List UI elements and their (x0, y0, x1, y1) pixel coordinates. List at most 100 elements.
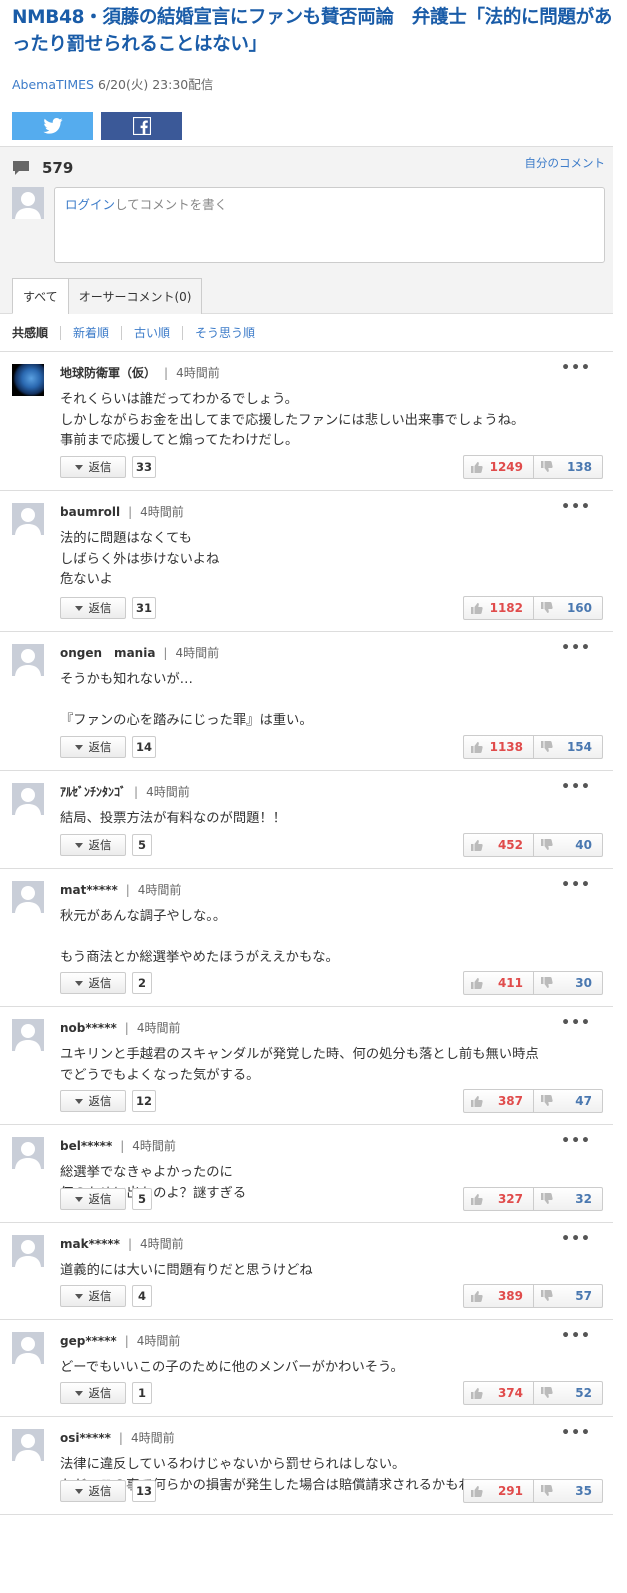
more-options-icon[interactable]: ••• (561, 1133, 591, 1149)
reply-button[interactable]: 返信 (60, 1090, 126, 1112)
reply-button[interactable]: 返信 (60, 834, 126, 856)
sort-oldest[interactable]: 古い順 (121, 325, 182, 340)
agree-count: 1138 (489, 740, 523, 754)
agree-button[interactable]: 389 (464, 1285, 533, 1307)
more-options-icon[interactable]: ••• (561, 1231, 591, 1247)
agree-button[interactable]: 374 (464, 1382, 533, 1404)
commenter-avatar[interactable] (12, 1137, 44, 1169)
agree-button[interactable]: 1138 (464, 736, 533, 758)
commenter-name[interactable]: bel***** (60, 1139, 112, 1153)
disagree-button[interactable]: 40 (533, 834, 602, 856)
comment-item: ｱﾙｾﾞﾝﾁﾝﾀﾝｺﾞ | 4時間前 ••• 結局、投票方法が有料なのが問題！！… (0, 771, 613, 869)
vote-buttons: 291 35 (463, 1479, 603, 1503)
disagree-button[interactable]: 154 (533, 736, 602, 758)
disagree-button[interactable]: 47 (533, 1090, 602, 1112)
commenter-avatar[interactable] (12, 644, 44, 676)
thumbs-up-icon (471, 1194, 483, 1205)
commenter-name[interactable]: ｱﾙｾﾞﾝﾁﾝﾀﾝｺﾞ (60, 783, 126, 800)
commenter-avatar[interactable] (12, 1019, 44, 1051)
more-options-icon[interactable]: ••• (561, 1015, 591, 1031)
article-meta: AbemaTIMES 6/20(火) 23:30配信 (12, 74, 615, 93)
more-options-icon[interactable]: ••• (561, 779, 591, 795)
commenter-name[interactable]: osi***** (60, 1431, 111, 1445)
reply-label: 返信 (88, 1192, 112, 1206)
reply-button[interactable]: 返信 (60, 1480, 126, 1502)
reply-count[interactable]: 12 (132, 1090, 157, 1112)
reply-count[interactable]: 14 (132, 736, 157, 758)
reply-count[interactable]: 31 (132, 597, 157, 619)
disagree-button[interactable]: 160 (533, 597, 602, 619)
comment-item: ongen mania | 4時間前 ••• そうかも知れないが… 『ファンの心… (0, 632, 613, 771)
commenter-name[interactable]: mak***** (60, 1237, 120, 1251)
reply-button[interactable]: 返信 (60, 972, 126, 994)
agree-button[interactable]: 327 (464, 1188, 533, 1210)
sort-agree[interactable]: そう思う順 (182, 325, 267, 340)
reply-count[interactable]: 5 (132, 1188, 152, 1210)
more-options-icon[interactable]: ••• (561, 877, 591, 893)
reply-count[interactable]: 13 (132, 1480, 157, 1502)
agree-button[interactable]: 411 (464, 972, 533, 994)
disagree-count: 57 (575, 1289, 592, 1303)
comment-input[interactable]: ログインしてコメントを書く (54, 187, 605, 263)
reply-count[interactable]: 4 (132, 1285, 152, 1307)
sort-empathy[interactable]: 共感順 (12, 326, 60, 340)
disagree-button[interactable]: 52 (533, 1382, 602, 1404)
login-link[interactable]: ログイン (65, 197, 115, 212)
default-avatar-icon (15, 1337, 41, 1364)
commenter-avatar[interactable] (12, 503, 44, 535)
reply-button[interactable]: 返信 (60, 1188, 126, 1210)
twitter-share-button[interactable] (12, 112, 93, 140)
commenter-name[interactable]: nob***** (60, 1021, 117, 1035)
more-options-icon[interactable]: ••• (561, 1328, 591, 1344)
reply-button[interactable]: 返信 (60, 1382, 126, 1404)
agree-count: 291 (497, 1484, 523, 1498)
commenter-name[interactable]: 地球防衛軍（仮） (60, 364, 156, 381)
commenter-name[interactable]: baumroll (60, 505, 120, 519)
commenter-avatar[interactable] (12, 1429, 44, 1461)
commenter-avatar[interactable] (12, 364, 44, 396)
commenter-name[interactable]: ongen mania (60, 644, 155, 661)
commenter-name[interactable]: gep***** (60, 1334, 117, 1348)
reply-count[interactable]: 33 (132, 456, 157, 478)
comment-header: bel***** | 4時間前 (60, 1137, 176, 1154)
my-comments-link[interactable]: 自分のコメント (525, 155, 606, 171)
tab-author-comments[interactable]: オーサーコメント(0) (67, 278, 203, 314)
comment-time: 4時間前 (176, 366, 220, 380)
more-options-icon[interactable]: ••• (561, 360, 591, 376)
comment-time: 4時間前 (175, 646, 220, 660)
reply-button[interactable]: 返信 (60, 1285, 126, 1307)
disagree-button[interactable]: 57 (533, 1285, 602, 1307)
disagree-button[interactable]: 30 (533, 972, 602, 994)
commenter-avatar[interactable] (12, 881, 44, 913)
commenter-avatar[interactable] (12, 783, 44, 815)
commenter-avatar[interactable] (12, 1235, 44, 1267)
reply-button[interactable]: 返信 (60, 456, 126, 478)
agree-button[interactable]: 1182 (464, 597, 533, 619)
reply-button[interactable]: 返信 (60, 597, 126, 619)
reply-count[interactable]: 1 (132, 1382, 152, 1404)
agree-button[interactable]: 452 (464, 834, 533, 856)
agree-button[interactable]: 291 (464, 1480, 533, 1502)
agree-button[interactable]: 387 (464, 1090, 533, 1112)
reply-button[interactable]: 返信 (60, 736, 126, 758)
disagree-button[interactable]: 32 (533, 1188, 602, 1210)
thumbs-down-icon (541, 977, 553, 988)
comment-body: どーでもいいこの子のために他のメンバーがかわいそう。 (60, 1360, 404, 1375)
vote-buttons: 374 52 (463, 1381, 603, 1405)
tab-all[interactable]: すべて (12, 278, 69, 314)
more-options-icon[interactable]: ••• (561, 499, 591, 515)
facebook-share-button[interactable] (101, 112, 182, 140)
sort-newest[interactable]: 新着順 (60, 325, 121, 340)
article-source-link[interactable]: AbemaTIMES (12, 77, 94, 92)
reply-count[interactable]: 2 (132, 972, 152, 994)
disagree-button[interactable]: 138 (533, 456, 602, 478)
commenter-avatar[interactable] (12, 1332, 44, 1364)
disagree-count: 40 (575, 838, 592, 852)
more-options-icon[interactable]: ••• (561, 1425, 591, 1441)
commenter-name[interactable]: mat***** (60, 883, 118, 897)
chevron-down-icon (74, 842, 83, 848)
reply-count[interactable]: 5 (132, 834, 152, 856)
more-options-icon[interactable]: ••• (561, 640, 591, 656)
disagree-button[interactable]: 35 (533, 1480, 602, 1502)
agree-button[interactable]: 1249 (464, 456, 533, 478)
